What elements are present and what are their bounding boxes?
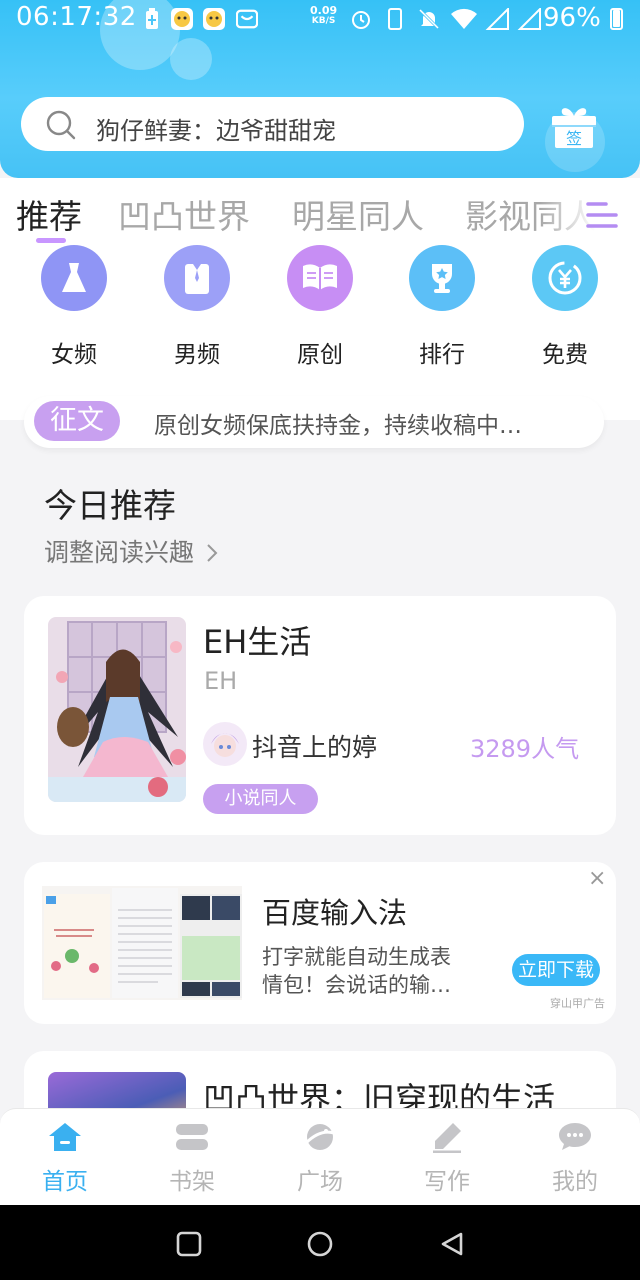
nav-label: 我的 [552, 1169, 598, 1195]
nav-label: 书架 [169, 1169, 215, 1195]
ad-desc-line: 打字就能自动生成表 [262, 945, 451, 969]
dress-icon [41, 245, 107, 311]
circle-icon [307, 1231, 333, 1257]
signal-icon [484, 8, 510, 30]
signal-icon [516, 8, 542, 30]
tab-star-fanfic[interactable]: 明星同人 [292, 190, 424, 238]
tab-aotu-world[interactable]: 凹凸世界 [118, 190, 250, 238]
nav-label: 广场 [297, 1169, 343, 1195]
battery-icon [610, 8, 623, 30]
ad-source-label: 穿山甲广告 [550, 997, 605, 1010]
system-nav-bar [0, 1205, 640, 1280]
chevron-right-icon [206, 540, 218, 569]
book-title[interactable]: EH生活 [203, 617, 311, 663]
notification-app-icon [203, 8, 225, 30]
trophy-icon [409, 245, 475, 311]
notification-box-icon [236, 8, 258, 30]
uploader-name[interactable]: 抖音上的婷 [252, 728, 377, 764]
notification-app-icon [171, 8, 193, 30]
ad-download-button[interactable]: 立即下载 [512, 954, 600, 986]
category-label: 原创 [297, 342, 343, 368]
checkin-label: 签 [565, 129, 582, 148]
category-label: 女频 [51, 342, 97, 368]
book-cover[interactable] [48, 617, 186, 802]
chat-bubble-icon [557, 1120, 593, 1154]
wifi-icon [450, 8, 478, 30]
search-input[interactable]: 狗仔鲜妻：边爷甜甜宠 [96, 111, 336, 146]
nav-label: 首页 [42, 1169, 88, 1195]
category-label: 免费 [542, 342, 588, 368]
battery-saver-icon [141, 8, 163, 30]
announcement-badge: 征文 [34, 401, 120, 441]
category-female[interactable]: 女频 [24, 245, 124, 369]
nav-write[interactable]: 写作 [397, 1120, 497, 1196]
tab-active-indicator [36, 238, 66, 243]
search-icon [45, 109, 77, 141]
popularity-count: 3289人气 [470, 735, 580, 763]
alarm-icon [350, 8, 372, 30]
home-button[interactable] [306, 1230, 334, 1262]
phone-icon [384, 8, 406, 30]
bookshelf-icon [174, 1120, 210, 1154]
category-male[interactable]: 男频 [147, 245, 247, 369]
square-icon [176, 1231, 202, 1257]
shirt-icon [164, 245, 230, 311]
tab-recommend[interactable]: 推荐 [16, 190, 82, 238]
category-label: 排行 [419, 342, 465, 368]
mute-icon [418, 8, 440, 30]
close-icon[interactable]: × [588, 866, 606, 891]
status-time: 06:17:32 [16, 2, 137, 32]
ad-description: 打字就能自动生成表 情包！会说话的输… [262, 943, 477, 999]
category-ranking[interactable]: 排行 [392, 245, 492, 369]
planet-icon [302, 1120, 338, 1154]
adjust-interest-link[interactable]: 调整阅读兴趣 [44, 533, 218, 569]
status-bar: 06:17:32 0.09 KB/S 96% [0, 0, 640, 40]
decor-bubble [170, 38, 212, 80]
checkin-gift-button[interactable]: 签 [548, 100, 600, 152]
ad-image[interactable] [42, 886, 242, 1000]
nav-home[interactable]: 首页 [15, 1120, 115, 1196]
category-free[interactable]: 免费 [515, 245, 615, 369]
adjust-interest-label: 调整阅读兴趣 [44, 538, 195, 567]
home-icon [47, 1120, 83, 1154]
announcement-text[interactable]: 原创女频保底扶持金，持续收稿中… [154, 406, 584, 440]
menu-icon[interactable] [586, 200, 618, 230]
pen-icon [429, 1120, 465, 1154]
ad-desc-line: 情包！会说话的输… [262, 973, 451, 997]
nav-bookshelf[interactable]: 书架 [142, 1120, 242, 1196]
book-icon [287, 245, 353, 311]
nav-label: 写作 [424, 1169, 470, 1195]
category-original[interactable]: 原创 [270, 245, 370, 369]
ad-title[interactable]: 百度输入法 [262, 890, 407, 932]
avatar[interactable] [203, 722, 247, 766]
net-speed: 0.09 KB/S [310, 4, 338, 26]
coin-icon [532, 245, 598, 311]
back-button[interactable] [440, 1231, 464, 1261]
recent-apps-button[interactable] [176, 1231, 202, 1261]
book-author: EH [204, 667, 238, 695]
section-title: 今日推荐 [44, 486, 176, 525]
nav-mine[interactable]: 我的 [525, 1120, 625, 1196]
triangle-back-icon [441, 1232, 463, 1256]
battery-percent: 96% [543, 3, 601, 33]
nav-square[interactable]: 广场 [270, 1120, 370, 1196]
book-tag[interactable]: 小说同人 [203, 784, 318, 814]
category-label: 男频 [174, 342, 220, 368]
